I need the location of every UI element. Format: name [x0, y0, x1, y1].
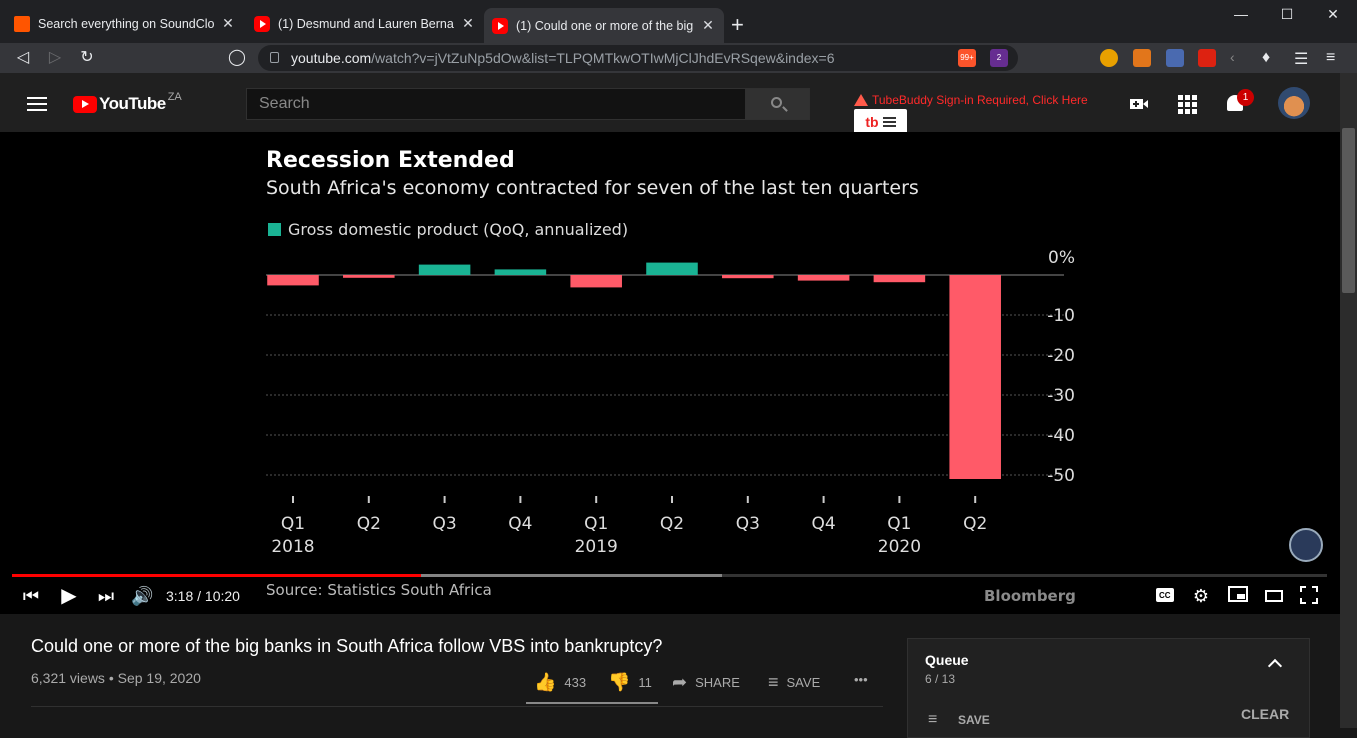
- thumbs-down-icon: 👎: [608, 672, 631, 692]
- captions-icon[interactable]: CC: [1155, 586, 1175, 606]
- queue-title: Queue: [925, 652, 969, 668]
- settings-gear-icon[interactable]: ⚙: [1190, 586, 1212, 606]
- chevron-up-icon[interactable]: [1267, 658, 1283, 674]
- y-tick-label: -20: [1047, 346, 1075, 366]
- save-label: SAVE: [786, 675, 821, 690]
- bar: [494, 269, 547, 275]
- x-year-label: 2019: [575, 537, 618, 557]
- x-tick-label: Q3: [432, 514, 456, 534]
- play-icon[interactable]: ▶: [58, 586, 80, 606]
- share-icon: ➦: [672, 672, 688, 692]
- fullscreen-icon[interactable]: [1298, 586, 1320, 606]
- x-tick-label: Q3: [736, 514, 760, 534]
- dislike-count: 11: [638, 675, 652, 690]
- chart-source: Source: Statistics South Africa: [266, 581, 492, 599]
- y-tick-label: 0%: [1048, 248, 1075, 268]
- video-title: Could one or more of the big banks in So…: [31, 636, 663, 656]
- playlist-add-icon: ≡: [768, 672, 779, 692]
- y-tick-label: -30: [1047, 386, 1075, 406]
- x-tick-label: Q1: [887, 514, 911, 534]
- more-icon: •••: [854, 672, 868, 687]
- gdp-chart: 0% -10 -20 -30 -40 -50 Q1 2018 Q2 Q3 Q4 Q1 2019 Q2 Q3 Q…: [266, 248, 1075, 557]
- x-tick-label: Q2: [660, 514, 684, 534]
- volume-icon[interactable]: 🔊: [131, 586, 153, 606]
- dislike-button[interactable]: 👎 11: [608, 672, 652, 693]
- queue-panel: Queue 6 / 13 ≡ SAVE CLEAR: [907, 638, 1310, 738]
- chart-title: Recession Extended: [266, 148, 515, 173]
- chart-subtitle: South Africa's economy contracted for se…: [266, 177, 919, 199]
- previous-icon[interactable]: ⏮: [22, 586, 40, 606]
- bar: [646, 262, 698, 275]
- x-year-label: 2020: [878, 537, 921, 557]
- thumbs-up-icon: 👍: [534, 672, 557, 692]
- bar: [343, 275, 395, 278]
- more-actions-button[interactable]: •••: [854, 672, 868, 687]
- video-meta: 6,321 views • Sep 19, 2020: [31, 670, 201, 686]
- playlist-add-icon[interactable]: ≡: [928, 711, 937, 729]
- queue-save-button[interactable]: SAVE: [958, 713, 990, 727]
- x-tick-label: Q1: [281, 514, 305, 534]
- y-tick-label: -50: [1047, 466, 1075, 486]
- chart-legend: Gross domestic product (QoQ, annualized): [268, 220, 628, 239]
- channel-watermark-icon[interactable]: [1289, 528, 1323, 562]
- x-tick-label: Q4: [508, 514, 532, 534]
- bar: [873, 275, 926, 283]
- x-tick-label: Q2: [963, 514, 987, 534]
- like-button[interactable]: 👍 433: [534, 672, 586, 693]
- svg-text:CC: CC: [1159, 591, 1171, 600]
- scrollbar-thumb[interactable]: [1342, 128, 1355, 293]
- queue-clear-button[interactable]: CLEAR: [1241, 706, 1289, 722]
- share-label: SHARE: [695, 675, 740, 690]
- x-tick-label: Q4: [811, 514, 835, 534]
- legend-swatch: [268, 223, 281, 236]
- sentiment-bar: [526, 702, 658, 704]
- time-display: 3:18 / 10:20: [166, 588, 240, 604]
- x-tick-label: Q1: [584, 514, 608, 534]
- bar: [418, 264, 471, 275]
- x-year-label: 2018: [271, 537, 314, 557]
- share-button[interactable]: ➦ SHARE: [672, 672, 740, 693]
- bar: [570, 275, 622, 288]
- bar: [722, 275, 774, 279]
- bar: [797, 275, 850, 281]
- like-count: 433: [564, 675, 587, 690]
- bar: [949, 275, 1001, 479]
- bar: [267, 275, 319, 286]
- x-tick-label: Q2: [357, 514, 381, 534]
- video-progress-bar[interactable]: [12, 574, 1327, 577]
- legend-label: Gross domestic product (QoQ, annualized): [288, 220, 629, 239]
- save-button[interactable]: ≡ SAVE: [768, 672, 820, 693]
- next-icon[interactable]: ⏭: [96, 586, 116, 606]
- progress-played: [12, 574, 421, 577]
- theater-mode-icon[interactable]: [1263, 586, 1285, 606]
- miniplayer-icon[interactable]: [1227, 586, 1249, 606]
- y-tick-label: -40: [1047, 426, 1075, 446]
- divider: [31, 706, 883, 707]
- bloomberg-watermark: Bloomberg: [984, 587, 1076, 605]
- page-scrollbar[interactable]: [1340, 73, 1357, 728]
- y-tick-label: -10: [1047, 306, 1075, 326]
- queue-count: 6 / 13: [925, 672, 956, 686]
